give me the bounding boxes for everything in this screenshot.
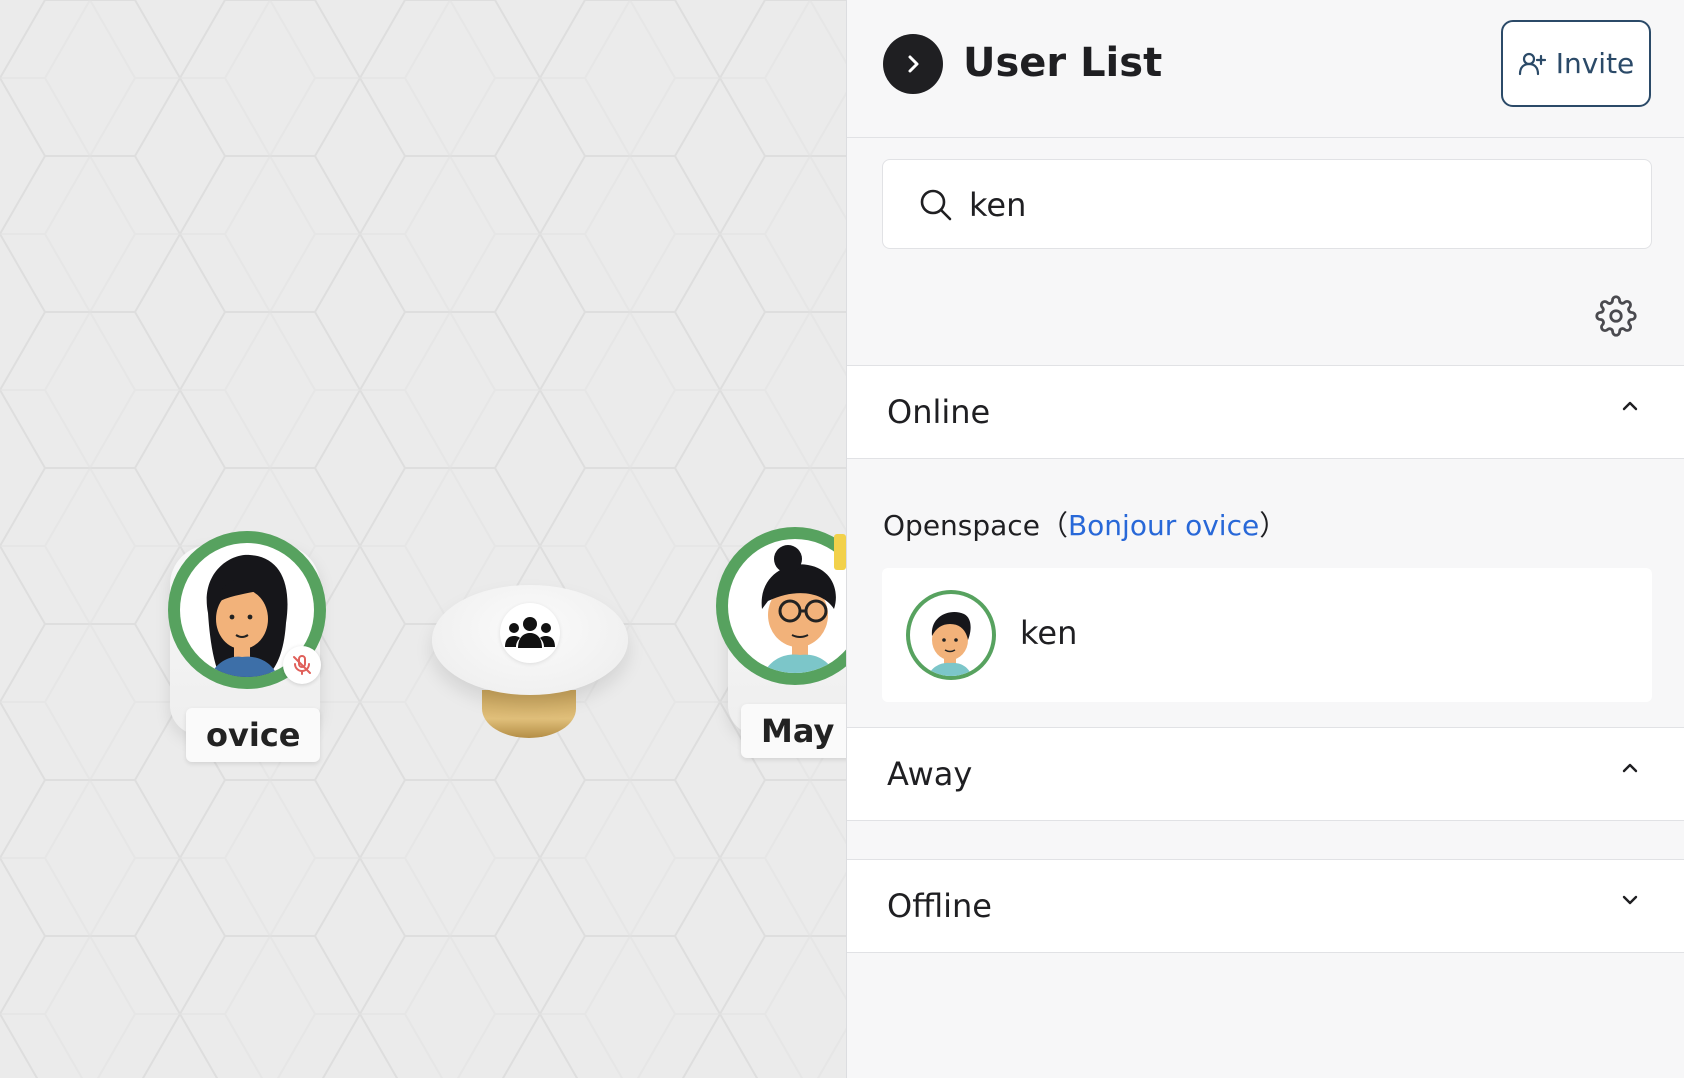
section-label: Away [887, 755, 973, 793]
avatar [906, 590, 996, 680]
section-label: Online [887, 393, 991, 431]
user-search-box[interactable] [882, 159, 1652, 249]
avatar-woman-glasses-illustration [761, 545, 836, 673]
section-online-header[interactable]: Online [847, 365, 1684, 459]
mic-muted-icon [283, 646, 321, 684]
room-link[interactable]: Bonjour ovice [1068, 509, 1259, 542]
room-name: Openspace [883, 509, 1040, 542]
paren-open: （ [1039, 509, 1068, 542]
avatar-man-illustration [928, 612, 972, 676]
add-user-icon [1518, 52, 1546, 75]
user-list-panel: User List Invite Online Openspace（Bonjo [846, 0, 1684, 1078]
search-input[interactable] [969, 178, 1609, 232]
user-name-label: ovice [186, 708, 321, 762]
user-name: ken [1020, 614, 1078, 652]
panel-header: User List Invite [847, 0, 1684, 138]
gear-icon[interactable] [1595, 295, 1637, 337]
paren-close: ） [1259, 509, 1288, 542]
search-icon [920, 189, 952, 221]
chevron-right-icon [908, 55, 919, 73]
list-item[interactable]: ken [882, 568, 1652, 702]
section-offline-header[interactable]: Offline [847, 859, 1684, 953]
chevron-down-icon [1622, 895, 1638, 905]
virtual-space-map[interactable]: ovice May [0, 0, 846, 1078]
section-label: Offline [887, 887, 992, 925]
invite-button[interactable]: Invite [1501, 20, 1651, 107]
chevron-up-icon [1622, 763, 1638, 773]
invite-label: Invite [1555, 47, 1635, 80]
status-flag-icon [834, 534, 846, 570]
collapse-panel-button[interactable] [883, 34, 943, 94]
group-icon[interactable] [500, 603, 560, 663]
hex-floor-pattern [0, 0, 846, 1078]
section-away-header[interactable]: Away [847, 727, 1684, 821]
room-heading: Openspace（Bonjour ovice） [883, 504, 1287, 544]
chevron-up-icon [1622, 401, 1638, 411]
panel-title: User List [963, 40, 1163, 86]
user-name-label: May [741, 704, 846, 758]
